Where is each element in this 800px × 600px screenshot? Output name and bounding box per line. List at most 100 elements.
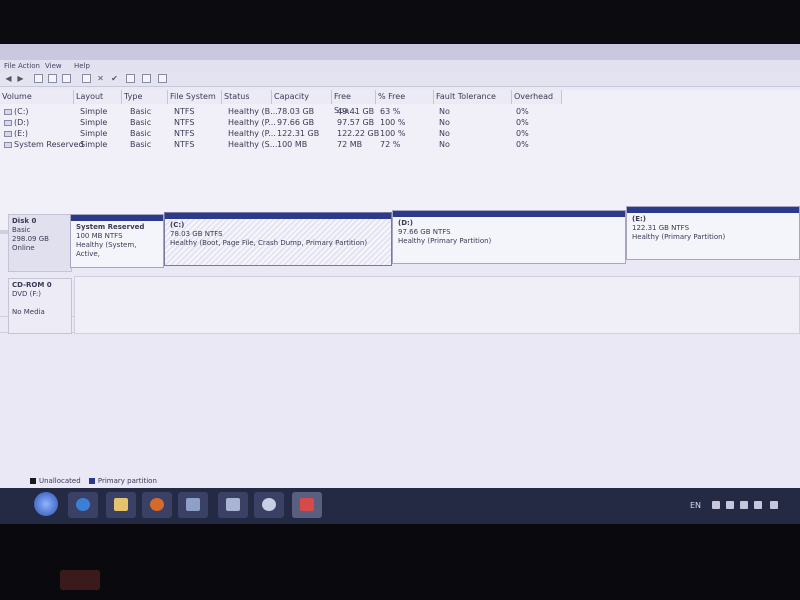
partition-type-stripe	[165, 213, 391, 219]
col-layout[interactable]: Layout	[74, 90, 122, 104]
partition-size: 78.03 GB NTFS	[170, 230, 223, 238]
disk-0-label[interactable]: Disk 0 Basic 298.09 GB Online	[8, 214, 72, 272]
col-file-system[interactable]: File System	[168, 90, 222, 104]
taskbar: EN	[0, 488, 800, 524]
cell-volume: (D:)	[14, 118, 30, 127]
cdrom-empty-area[interactable]	[74, 276, 800, 334]
cell-status: Healthy (P...	[228, 129, 276, 138]
cell-pct: 100 %	[380, 118, 406, 127]
media-player-taskbar-icon[interactable]	[142, 492, 172, 518]
cell-type: Basic	[130, 118, 152, 127]
tray-icon[interactable]	[712, 501, 720, 509]
partition-system-reserved[interactable]: System Reserved 100 MB NTFS Healthy (Sys…	[70, 214, 164, 268]
battery-icon[interactable]	[754, 501, 762, 509]
computer-management-taskbar-icon[interactable]	[178, 492, 208, 518]
cell-layout: Simple	[80, 118, 108, 127]
app-taskbar-icon[interactable]	[254, 492, 284, 518]
cell-volume: (E:)	[14, 129, 28, 138]
disk-state: Online	[12, 244, 35, 252]
cell-fs: NTFS	[174, 107, 195, 116]
network-icon[interactable]	[740, 501, 748, 509]
cell-fs: NTFS	[174, 129, 195, 138]
partition-size: 97.66 GB NTFS	[398, 228, 451, 236]
help-icon[interactable]	[48, 74, 57, 83]
cdrom-name: CD-ROM 0	[12, 281, 52, 289]
cell-layout: Simple	[80, 140, 108, 149]
partition-c[interactable]: (C:) 78.03 GB NTFS Healthy (Boot, Page F…	[164, 212, 392, 266]
cell-fault: No	[439, 107, 450, 116]
keyboard-light	[60, 570, 100, 590]
disk-management-taskbar-icon[interactable]	[292, 492, 322, 518]
back-icon[interactable]: ◀	[4, 74, 13, 83]
partition-status: Healthy (Primary Partition)	[398, 237, 492, 245]
cdrom-media: No Media	[12, 308, 45, 316]
volume-icon	[4, 141, 12, 148]
list-icon[interactable]	[142, 74, 151, 83]
start-button[interactable]	[34, 492, 58, 516]
cdrom-0-row: CD-ROM 0 DVD (F:) No Media	[0, 272, 800, 334]
legend-unallocated-swatch	[30, 478, 36, 484]
legend-primary-swatch	[88, 478, 95, 484]
open-icon[interactable]	[62, 74, 71, 83]
col-overhead[interactable]: Overhead	[512, 90, 562, 104]
language-indicator[interactable]: EN	[690, 488, 701, 524]
partition-name: (D:)	[398, 219, 414, 227]
legend-primary: Primary partition	[97, 477, 157, 485]
cell-pct: 63 %	[380, 107, 401, 116]
cell-pct: 100 %	[380, 129, 406, 138]
title-bar[interactable]	[0, 44, 800, 60]
partition-name: (C:)	[170, 221, 185, 229]
cell-capacity: 78.03 GB	[277, 107, 315, 116]
cell-overhead: 0%	[516, 107, 529, 116]
col-type[interactable]: Type	[122, 90, 168, 104]
partition-e[interactable]: (E:) 122.31 GB NTFS Healthy (Primary Par…	[626, 206, 800, 260]
check-icon[interactable]: ✔	[110, 74, 119, 83]
menu-action[interactable]: Action	[18, 62, 40, 70]
col-capacity[interactable]: Capacity	[272, 90, 332, 104]
volume-icon[interactable]	[770, 501, 778, 509]
explorer-taskbar-icon[interactable]	[106, 492, 136, 518]
cell-type: Basic	[130, 107, 152, 116]
partition-type-stripe	[627, 207, 799, 213]
delete-icon[interactable]: ✕	[96, 74, 105, 83]
menu-bar: File Action View Help	[0, 60, 800, 72]
disk-type: Basic	[12, 226, 31, 234]
partition-name: System Reserved	[76, 223, 145, 231]
col-fault-tolerance[interactable]: Fault Tolerance	[434, 90, 512, 104]
col-percent-free[interactable]: % Free	[376, 90, 434, 104]
col-volume[interactable]: Volume	[0, 90, 74, 104]
toolbar: ◀ ▶ ✕ ✔	[0, 72, 800, 87]
menu-view[interactable]: View	[45, 62, 62, 70]
cell-fault: No	[439, 140, 450, 149]
cell-free: 122.22 GB	[337, 129, 380, 138]
forward-icon[interactable]: ▶	[16, 74, 25, 83]
col-status[interactable]: Status	[222, 90, 272, 104]
cell-volume: (C:)	[14, 107, 29, 116]
monitor-bezel	[0, 524, 800, 600]
partition-d[interactable]: (D:) 97.66 GB NTFS Healthy (Primary Part…	[392, 210, 626, 264]
cell-free: 97.57 GB	[337, 118, 375, 127]
partition-type-stripe	[393, 211, 625, 217]
cell-fs: NTFS	[174, 118, 195, 127]
flag-icon[interactable]	[726, 501, 734, 509]
cell-status: Healthy (P...	[228, 118, 276, 127]
view-icon[interactable]	[158, 74, 167, 83]
cell-layout: Simple	[80, 107, 108, 116]
cell-fs: NTFS	[174, 140, 195, 149]
settings-icon[interactable]	[126, 74, 135, 83]
col-free-space[interactable]: Free Spa...	[332, 90, 376, 115]
window-taskbar-icon[interactable]	[218, 492, 248, 518]
disk-management-window: File Action View Help ◀ ▶ ✕ ✔ Volume Lay…	[0, 44, 800, 524]
cell-layout: Simple	[80, 129, 108, 138]
ie-taskbar-icon[interactable]	[68, 492, 98, 518]
menu-help[interactable]: Help	[74, 62, 90, 70]
partition-status: Healthy (System, Active,	[76, 241, 137, 258]
menu-file[interactable]: File	[4, 62, 16, 70]
explore-icon[interactable]	[82, 74, 91, 83]
cell-capacity: 97.66 GB	[277, 118, 315, 127]
properties-icon[interactable]	[34, 74, 43, 83]
legend: Unallocated Primary partition	[30, 477, 157, 485]
cell-type: Basic	[130, 129, 152, 138]
cdrom-0-label[interactable]: CD-ROM 0 DVD (F:) No Media	[8, 278, 72, 334]
cell-status: Healthy (S...	[228, 140, 278, 149]
